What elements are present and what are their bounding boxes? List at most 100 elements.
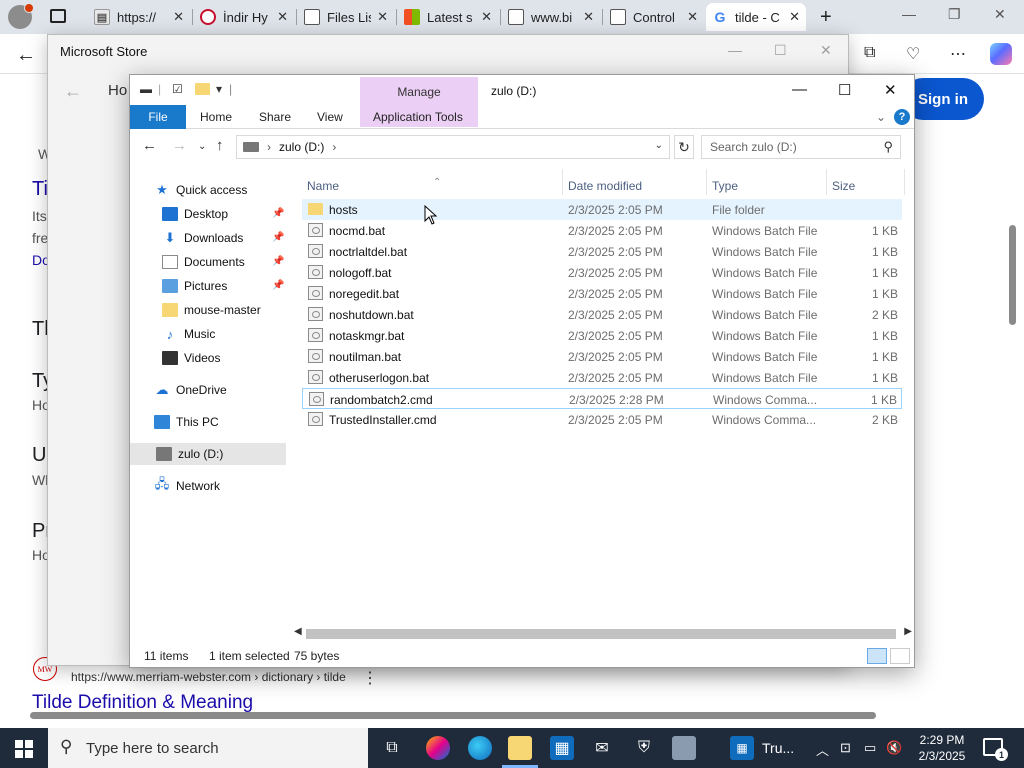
taskbar-search-input[interactable]: ⚲ Type here to search (48, 728, 368, 768)
nav-pictures[interactable]: Pictures (162, 275, 227, 297)
breadcrumb-drive[interactable]: zulo (D:) (279, 140, 324, 154)
minimize-icon[interactable]: — (902, 6, 916, 22)
qat-dropdown-icon[interactable]: ▾ (216, 82, 222, 96)
close-tab-icon[interactable]: ✕ (173, 9, 184, 25)
scrollbar-thumb[interactable] (30, 712, 876, 719)
scrollbar-thumb[interactable] (1009, 225, 1016, 325)
pinned-window-label[interactable]: Tru... (762, 740, 794, 756)
browser-tab-5[interactable]: www.bi ✕ (502, 3, 600, 31)
mail-icon[interactable]: ✉ (590, 736, 614, 760)
close-window-icon[interactable]: ✕ (884, 81, 897, 99)
tab-home[interactable]: Home (200, 110, 232, 124)
close-tab-icon[interactable]: ✕ (583, 9, 594, 25)
browser-back-icon[interactable]: ← (16, 44, 36, 67)
breadcrumb-separator[interactable]: › (267, 140, 271, 154)
shield-icon[interactable]: ⛨ (632, 736, 656, 760)
file-row[interactable]: noctrlaltdel.bat 2/3/2025 2:05 PM Window… (302, 241, 902, 262)
nav-this-pc[interactable]: This PC (154, 411, 219, 433)
store-nav-home[interactable]: Ho (108, 82, 127, 99)
search-icon[interactable]: ⚲ (883, 139, 893, 155)
file-row[interactable]: hosts 2/3/2025 2:05 PM File folder (302, 199, 902, 220)
file-row[interactable]: noutilman.bat 2/3/2025 2:05 PM Windows B… (302, 346, 902, 367)
tab-share[interactable]: Share (259, 110, 291, 124)
manage-tab-label[interactable]: Manage (360, 85, 478, 99)
properties-icon[interactable]: ☑ (172, 82, 183, 96)
nav-documents[interactable]: Documents (162, 251, 245, 273)
task-view-icon[interactable]: ⧉ (380, 736, 404, 760)
column-divider[interactable] (706, 169, 707, 195)
column-header-date[interactable]: Date modified (568, 179, 642, 193)
store-icon[interactable]: ▦ (550, 736, 574, 760)
browser-essentials-icon[interactable]: ♡ (906, 44, 920, 64)
nav-desktop[interactable]: Desktop (162, 203, 228, 225)
nav-quick-access[interactable]: ★ Quick access (154, 179, 247, 201)
result-menu-icon[interactable]: ⋮ (362, 668, 378, 688)
column-divider[interactable] (904, 169, 905, 195)
nav-drive-d[interactable]: zulo (D:) (130, 443, 286, 465)
file-row[interactable]: notaskmgr.bat 2/3/2025 2:05 PM Windows B… (302, 325, 902, 346)
file-row[interactable]: noregedit.bat 2/3/2025 2:05 PM Windows B… (302, 283, 902, 304)
collections-icon[interactable]: ⧉ (864, 44, 875, 62)
tab-view[interactable]: View (317, 110, 343, 124)
volume-muted-icon[interactable]: 🔇 (886, 740, 902, 756)
notification-icon[interactable]: 1 (983, 738, 1008, 761)
page-horizontal-scrollbar[interactable] (10, 708, 1000, 722)
new-tab-icon[interactable]: + (820, 6, 832, 29)
scroll-left-icon[interactable]: ◀ (294, 626, 302, 637)
minimize-icon[interactable]: — (728, 42, 742, 58)
maximize-icon[interactable]: ❐ (948, 6, 961, 23)
close-tab-icon[interactable]: ✕ (277, 9, 288, 25)
browser-tab-2[interactable]: İndir Hy ✕ (194, 3, 294, 31)
scroll-right-icon[interactable]: ▶ (904, 626, 912, 637)
windows-start-icon[interactable] (15, 740, 33, 758)
file-row[interactable]: nocmd.bat 2/3/2025 2:05 PM Windows Batch… (302, 220, 902, 241)
copilot-icon[interactable] (990, 43, 1012, 65)
tab-application-tools[interactable]: Application Tools (373, 110, 463, 124)
nav-network[interactable]: 🖧 Network (154, 475, 220, 497)
browser-tab-4[interactable]: Latest s ✕ (398, 3, 498, 31)
minimize-icon[interactable]: — (792, 81, 807, 98)
column-header-name[interactable]: Name ⌃ (307, 177, 441, 193)
column-header-type[interactable]: Type (712, 179, 738, 193)
close-tab-icon[interactable]: ✕ (481, 9, 492, 25)
address-bar[interactable]: › zulo (D:) › ⌄ (236, 135, 670, 159)
nav-videos[interactable]: Videos (162, 347, 220, 369)
edge-icon[interactable] (468, 736, 492, 760)
meet-now-icon[interactable]: ⊡ (840, 740, 851, 756)
page-vertical-scrollbar[interactable] (1006, 130, 1018, 690)
browser-tab-3[interactable]: Files Lis ✕ (298, 3, 394, 31)
file-row[interactable]: nologoff.bat 2/3/2025 2:05 PM Windows Ba… (302, 262, 902, 283)
maximize-icon[interactable]: ☐ (838, 81, 851, 99)
nav-mouse-master[interactable]: mouse-master (162, 299, 261, 321)
close-tab-icon[interactable]: ✕ (789, 9, 800, 25)
nav-downloads[interactable]: ⬇ Downloads (162, 227, 244, 249)
store-back-icon[interactable]: ← (64, 81, 82, 102)
close-tab-icon[interactable]: ✕ (377, 9, 388, 25)
help-icon[interactable]: ? (894, 109, 910, 125)
result-title-fragment[interactable]: Ti (32, 178, 48, 201)
close-window-icon[interactable]: ✕ (994, 6, 1006, 23)
column-divider[interactable] (562, 169, 563, 195)
forward-icon[interactable]: → (172, 137, 187, 154)
browser-tab-active[interactable]: G tilde - C ✕ (706, 3, 806, 31)
chevron-up-icon[interactable]: ︿ (816, 740, 829, 759)
file-list-horizontal-scrollbar[interactable]: ◀ ▶ (292, 626, 914, 642)
copilot-taskbar-icon[interactable] (426, 736, 450, 760)
new-folder-icon[interactable] (195, 83, 210, 95)
column-divider[interactable] (826, 169, 827, 195)
back-icon[interactable]: ← (142, 137, 157, 154)
nav-onedrive[interactable]: ☁ OneDrive (154, 379, 227, 401)
search-input[interactable]: Search zulo (D:) ⚲ (701, 135, 901, 159)
column-header-size[interactable]: Size (832, 179, 855, 193)
close-tab-icon[interactable]: ✕ (687, 9, 698, 25)
more-options-icon[interactable]: ⋯ (950, 44, 966, 64)
up-icon[interactable]: ↑ (216, 137, 224, 154)
file-row[interactable]: TrustedInstaller.cmd 2/3/2025 2:05 PM Wi… (302, 409, 902, 430)
tab-actions-icon[interactable] (50, 9, 66, 23)
breadcrumb-separator[interactable]: › (332, 140, 336, 154)
close-window-icon[interactable]: ✕ (820, 42, 832, 59)
trusted-installer-icon[interactable]: ▦ (730, 736, 754, 760)
refresh-icon[interactable]: ↻ (674, 135, 694, 159)
recent-locations-icon[interactable]: ⌄ (198, 141, 206, 152)
file-row[interactable]: noshutdown.bat 2/3/2025 2:05 PM Windows … (302, 304, 902, 325)
